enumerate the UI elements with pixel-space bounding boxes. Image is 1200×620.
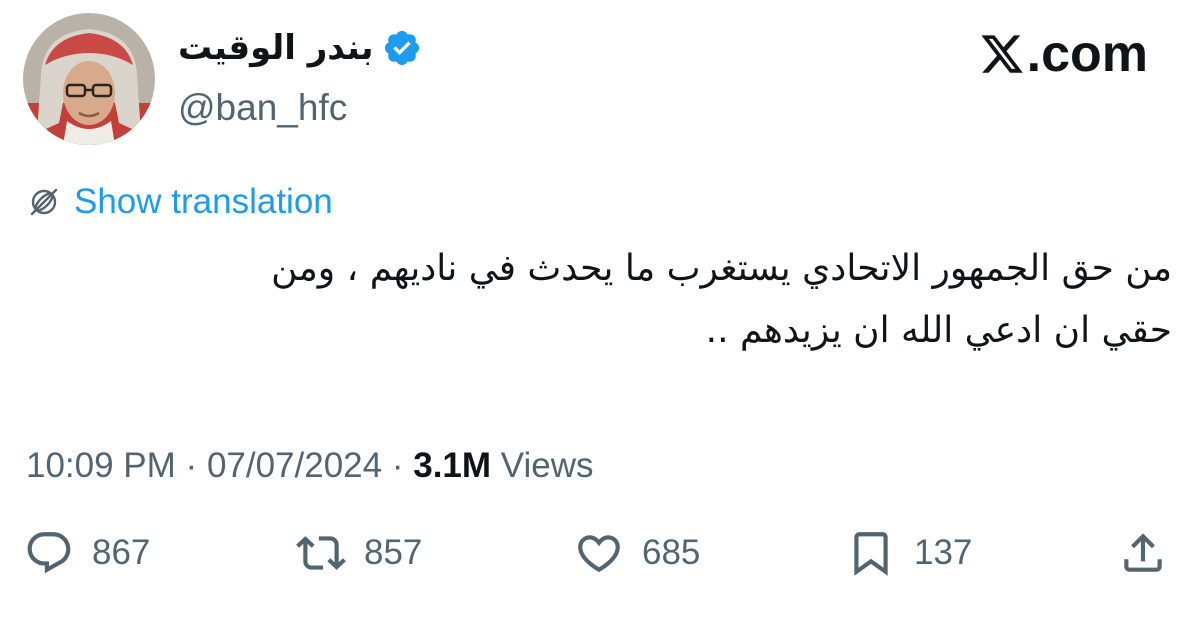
author-name-row[interactable]: بندر الوقيت (178, 24, 422, 72)
tweet-line: حقي ان ادعي الله ان يزيدهم .. (705, 310, 1172, 351)
like-count: 685 (642, 533, 701, 572)
meta-separator: · (391, 446, 404, 485)
brand-suffix: .com (1026, 25, 1148, 83)
tweet-time[interactable]: 10:09 PM (26, 446, 176, 485)
heart-icon (578, 535, 620, 573)
bookmark-count: 137 (914, 533, 973, 572)
views-label: Views (500, 446, 594, 485)
tweet-date[interactable]: 07/07/2024 (207, 446, 382, 485)
avatar[interactable] (23, 13, 155, 145)
meta-separator: · (185, 446, 198, 485)
repost-icon (296, 536, 346, 570)
bookmark-icon (854, 532, 888, 576)
show-translation-label[interactable]: Show translation (74, 180, 333, 224)
reply-icon (27, 532, 71, 574)
tweet-line: من حق الجمهور الاتحادي يستغرب ما يحدث في… (271, 248, 1172, 289)
like-button[interactable]: 685 (574, 528, 700, 578)
author-handle[interactable]: @ban_hfc (178, 84, 347, 132)
show-translation-link[interactable]: Show translation (26, 180, 333, 224)
action-bar: 867 857 685 137 (0, 528, 1200, 588)
globe-icon (30, 188, 58, 216)
verified-badge-icon (384, 30, 419, 66)
brand-logo: .com (979, 26, 1148, 82)
share-button[interactable] (1118, 528, 1168, 578)
reply-count: 867 (92, 533, 151, 572)
bookmark-button[interactable]: 137 (846, 528, 972, 578)
x-logo-icon (981, 35, 1023, 73)
tweet-meta: 10:09 PM · 07/07/2024 · 3.1M Views (26, 444, 594, 488)
avatar-image (23, 13, 155, 145)
share-icon (1124, 533, 1162, 572)
reply-button[interactable]: 867 (24, 528, 150, 578)
tweet-text: من حق الجمهور الاتحادي يستغرب ما يحدث في… (12, 238, 1172, 362)
views-count: 3.1M (413, 446, 492, 485)
repost-count: 857 (364, 533, 423, 572)
repost-button[interactable]: 857 (296, 528, 422, 578)
author-display-name[interactable]: بندر الوقيت (178, 24, 374, 72)
